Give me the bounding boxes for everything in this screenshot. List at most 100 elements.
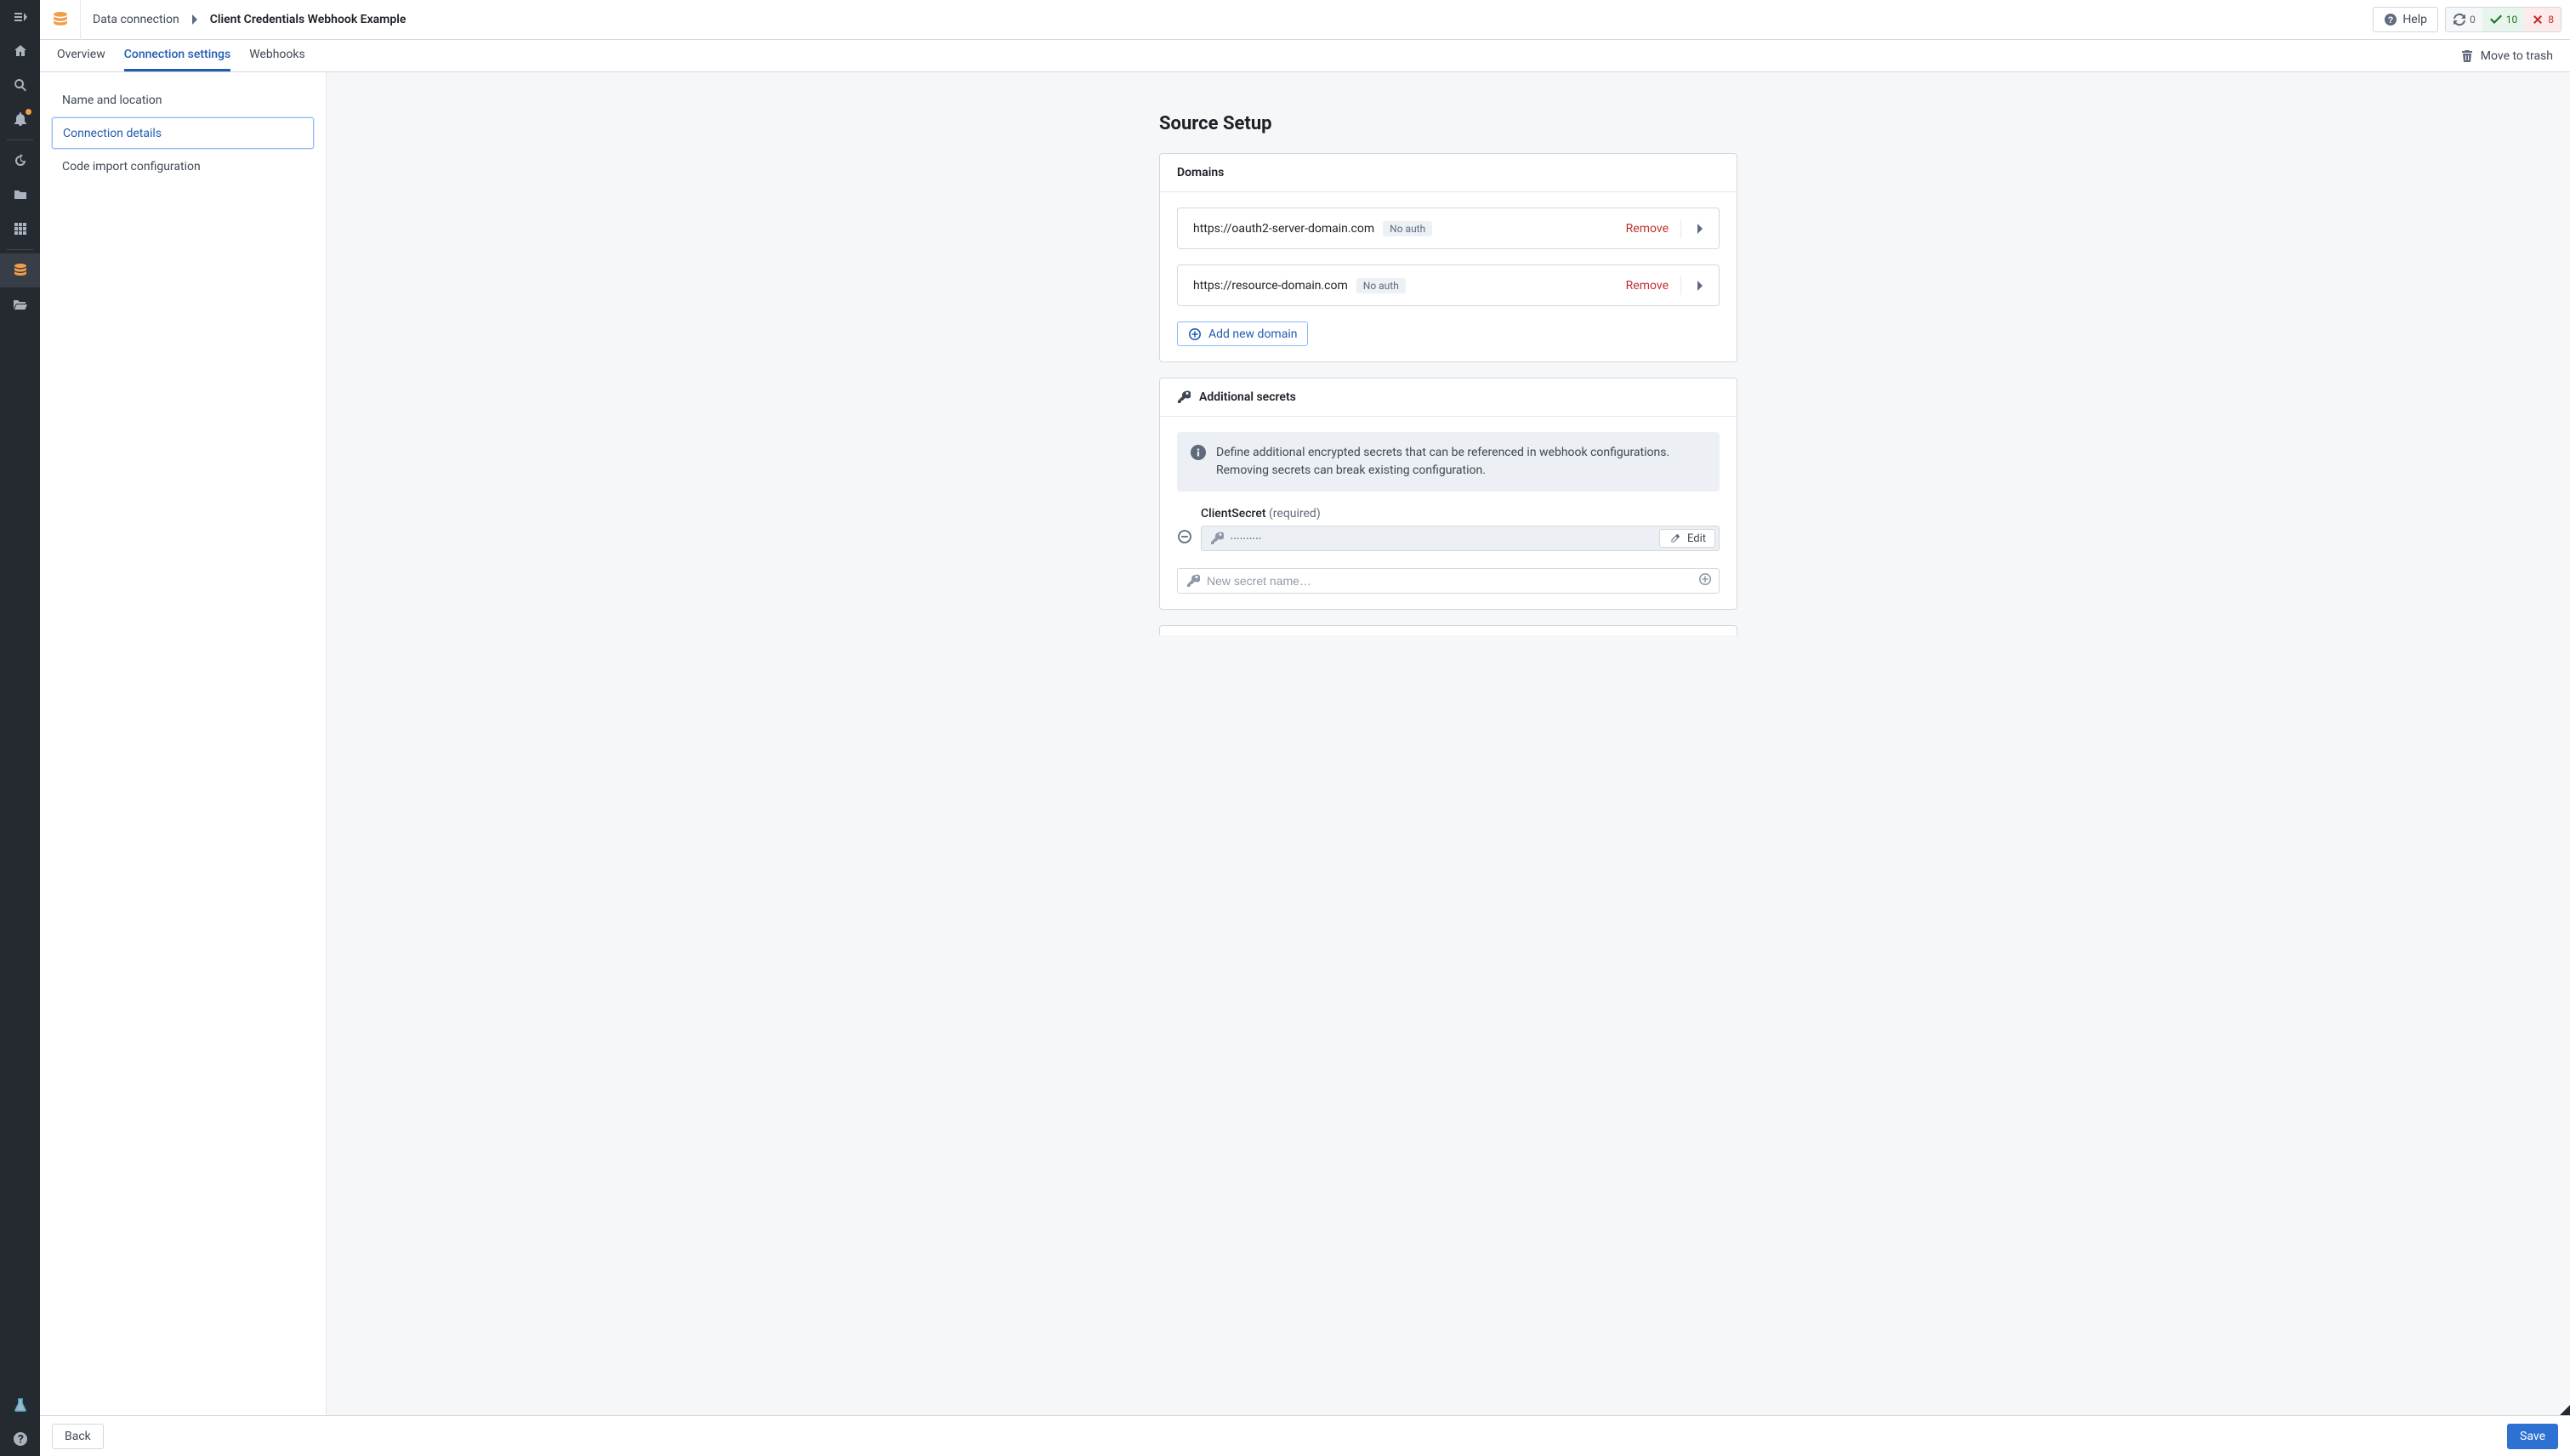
domain-url: https://resource-domain.com — [1193, 279, 1348, 293]
home-icon — [14, 44, 27, 58]
auth-chip: No auth — [1383, 221, 1432, 236]
domains-header: Domains — [1160, 154, 1737, 192]
domains-card: Domains https://oauth2-server-domain.com… — [1159, 153, 1737, 362]
plus-circle-icon — [1188, 327, 1202, 341]
remove-secret-button[interactable] — [1177, 529, 1192, 548]
main-column: Data connection Client Credentials Webho… — [40, 0, 2570, 1456]
page-title: Source Setup — [1159, 113, 1737, 134]
secrets-info-callout: Define additional encrypted secrets that… — [1177, 432, 1720, 492]
help-button[interactable]: ? Help — [2373, 7, 2438, 32]
trash-icon — [2460, 49, 2474, 63]
x-icon — [2531, 13, 2544, 26]
tab-webhooks[interactable]: Webhooks — [249, 40, 305, 71]
app-rail — [0, 0, 40, 1456]
flask-icon — [14, 1398, 27, 1412]
auth-chip: No auth — [1356, 278, 1406, 293]
secret-masked-value: •••••••••• — [1231, 535, 1659, 543]
rail-search[interactable] — [0, 68, 40, 102]
resize-grip[interactable] — [2560, 1405, 2570, 1415]
rail-collapse-toggle[interactable] — [0, 0, 40, 34]
edit-label: Edit — [1687, 532, 1706, 545]
domain-row[interactable]: https://oauth2-server-domain.com No auth… — [1177, 208, 1720, 249]
plus-circle-icon — [1698, 572, 1712, 586]
secret-name: ClientSecret — [1201, 507, 1266, 520]
add-domain-label: Add new domain — [1208, 327, 1297, 341]
rail-help[interactable] — [0, 1422, 40, 1456]
key-icon — [1177, 390, 1191, 404]
workspace-scroll[interactable]: Source Setup Domains https://oauth2-serv… — [327, 72, 2570, 1415]
add-domain-button[interactable]: Add new domain — [1177, 321, 1308, 346]
secret-required-suffix: (required) — [1269, 507, 1321, 520]
secrets-card: Additional secrets Define additional enc… — [1159, 378, 1737, 610]
tab-connection-settings[interactable]: Connection settings — [124, 40, 230, 71]
rail-data-connection[interactable] — [0, 253, 40, 287]
brand-tile[interactable] — [40, 0, 81, 40]
sidenav-connection-details[interactable]: Connection details — [52, 117, 314, 149]
folder-open-icon — [14, 298, 27, 311]
bell-icon — [14, 112, 27, 126]
status-fail: 8 — [2548, 14, 2554, 26]
next-card-peek — [1159, 625, 1737, 635]
settings-side-nav: Name and location Connection details Cod… — [40, 72, 327, 1415]
chevron-right-icon — [1693, 279, 1707, 293]
secrets-header: Additional secrets — [1160, 378, 1737, 417]
secrets-header-label: Additional secrets — [1199, 390, 1296, 404]
top-bar: Data connection Client Credentials Webho… — [40, 0, 2570, 40]
rail-labs[interactable] — [0, 1388, 40, 1422]
history-icon — [14, 154, 27, 168]
rail-history[interactable] — [0, 144, 40, 178]
body-split: Name and location Connection details Cod… — [40, 72, 2570, 1415]
breadcrumb-current: Client Credentials Webhook Example — [210, 13, 407, 26]
new-secret-name-input[interactable] — [1207, 574, 1698, 588]
remove-domain-button[interactable]: Remove — [1626, 222, 1669, 236]
rail-home[interactable] — [0, 34, 40, 68]
domain-url: https://oauth2-server-domain.com — [1193, 222, 1374, 236]
secret-item: ClientSecret (required) •••••••••• — [1177, 507, 1720, 551]
svg-text:?: ? — [2388, 15, 2394, 26]
help-icon — [14, 1432, 27, 1446]
chevron-right-icon — [188, 13, 202, 26]
notification-badge — [26, 109, 31, 115]
save-button[interactable]: Save — [2507, 1424, 2558, 1449]
rail-projects[interactable] — [0, 287, 40, 321]
add-secret-button[interactable] — [1698, 572, 1712, 589]
trash-label: Move to trash — [2481, 49, 2553, 63]
tab-overview[interactable]: Overview — [57, 40, 105, 71]
back-button[interactable]: Back — [52, 1424, 104, 1449]
secrets-info-text: Define additional encrypted secrets that… — [1216, 444, 1706, 480]
check-icon — [2489, 13, 2503, 26]
pencil-icon — [1669, 533, 1682, 543]
tab-row: Overview Connection settings Webhooks Mo… — [40, 40, 2570, 72]
info-icon — [1191, 445, 1206, 460]
edit-secret-button[interactable]: Edit — [1659, 529, 1715, 548]
remove-domain-button[interactable]: Remove — [1626, 279, 1669, 293]
domain-row[interactable]: https://resource-domain.com No auth Remo… — [1177, 264, 1720, 306]
database-icon — [14, 264, 27, 277]
move-to-trash-button[interactable]: Move to trash — [2460, 40, 2553, 71]
footer-bar: Back Save — [40, 1415, 2570, 1456]
folder-icon — [14, 188, 27, 202]
sync-status-pill[interactable]: 0 10 8 — [2445, 7, 2561, 32]
sidenav-code-import[interactable]: Code import configuration — [52, 151, 314, 182]
breadcrumb-parent[interactable]: Data connection — [93, 13, 179, 26]
search-icon — [14, 78, 27, 92]
chevron-right-icon — [1693, 222, 1707, 236]
collapse-icon — [14, 10, 27, 24]
secret-value-field: •••••••••• Edit — [1201, 526, 1720, 551]
rail-notifications[interactable] — [0, 102, 40, 136]
grid-icon — [14, 222, 27, 236]
database-icon — [53, 12, 68, 27]
sync-icon — [2453, 13, 2466, 26]
new-secret-row — [1177, 568, 1720, 594]
key-icon — [1186, 574, 1200, 588]
key-icon — [1210, 532, 1224, 545]
sidenav-name-location[interactable]: Name and location — [52, 84, 314, 116]
minus-circle-icon — [1177, 529, 1192, 544]
rail-files[interactable] — [0, 178, 40, 212]
rail-apps[interactable] — [0, 212, 40, 246]
breadcrumb: Data connection Client Credentials Webho… — [81, 13, 2373, 26]
status-pending: 0 — [2470, 14, 2476, 26]
status-ok: 10 — [2506, 14, 2518, 26]
help-circle-icon: ? — [2384, 13, 2397, 26]
help-label: Help — [2402, 13, 2427, 26]
